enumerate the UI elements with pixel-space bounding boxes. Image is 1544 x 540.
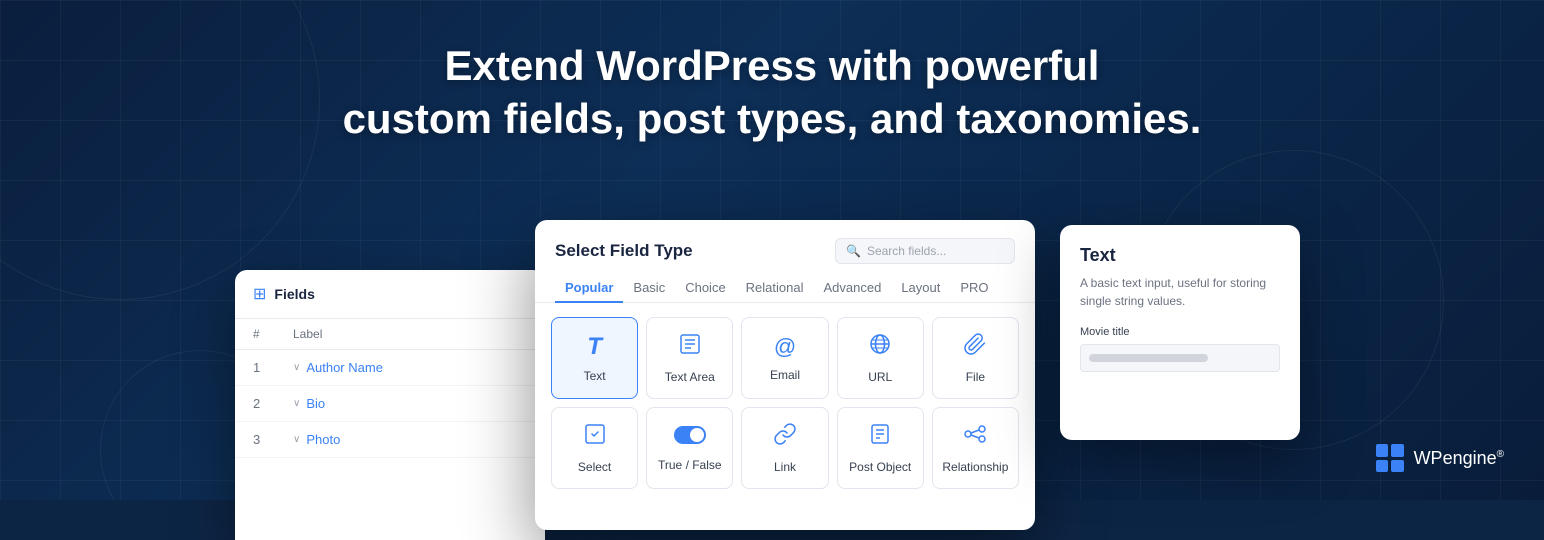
field-type-email[interactable]: @ Email — [741, 317, 828, 399]
select-field-modal: Select Field Type 🔍 Search fields... Pop… — [535, 220, 1035, 530]
search-box[interactable]: 🔍 Search fields... — [835, 238, 1015, 264]
row-content: ∨ Bio — [293, 396, 527, 411]
file-field-icon — [963, 332, 987, 362]
tab-popular[interactable]: Popular — [555, 274, 623, 303]
row-num: 2 — [253, 396, 293, 411]
wp-logo-cell-2 — [1391, 444, 1404, 457]
field-type-link-label: Link — [774, 460, 796, 474]
table-row: 1 ∨ Author Name — [235, 350, 545, 386]
link-field-icon — [773, 422, 797, 452]
field-type-relationship[interactable]: Relationship — [932, 407, 1019, 489]
field-type-text-label: Text — [584, 369, 606, 383]
field-type-textarea[interactable]: Text Area — [646, 317, 733, 399]
field-type-relationship-label: Relationship — [942, 460, 1008, 474]
wp-logo-cell-1 — [1376, 444, 1389, 457]
field-name[interactable]: Bio — [306, 396, 325, 411]
table-row: 3 ∨ Photo — [235, 422, 545, 458]
search-icon: 🔍 — [846, 244, 861, 258]
modal-header: Select Field Type 🔍 Search fields... — [535, 220, 1035, 264]
wp-text: WP — [1414, 448, 1443, 468]
field-type-url-label: URL — [868, 370, 892, 384]
fields-table: # Label 1 ∨ Author Name 2 ∨ Bio 3 ∨ Phot… — [235, 319, 545, 458]
postobject-field-icon — [868, 422, 892, 452]
relationship-field-icon — [963, 422, 987, 452]
field-type-grid: T Text Text Area @ Email — [535, 303, 1035, 503]
hero-section: Extend WordPress with powerful custom fi… — [0, 40, 1544, 145]
field-type-textarea-label: Text Area — [665, 370, 715, 384]
modal-title: Select Field Type — [555, 241, 693, 261]
fields-header: ⊞ Fields — [235, 270, 545, 319]
fields-panel-title: Fields — [274, 286, 314, 302]
engine-text: engine — [1443, 448, 1497, 468]
field-type-email-label: Email — [770, 368, 800, 382]
tab-basic[interactable]: Basic — [623, 274, 675, 303]
field-type-file-label: File — [966, 370, 985, 384]
wp-logo-text: WPengine® — [1414, 448, 1504, 469]
row-num: 1 — [253, 360, 293, 375]
select-field-icon — [583, 422, 607, 452]
field-type-select[interactable]: Select — [551, 407, 638, 489]
truefalse-field-icon — [674, 424, 706, 450]
field-type-select-label: Select — [578, 460, 611, 474]
field-type-truefalse[interactable]: True / False — [646, 407, 733, 489]
col-label: Label — [293, 327, 527, 341]
text-info-panel: Text A basic text input, useful for stor… — [1060, 225, 1300, 440]
field-type-postobject[interactable]: Post Object — [837, 407, 924, 489]
url-field-icon — [868, 332, 892, 362]
wp-logo-cell-4 — [1391, 460, 1404, 473]
chevron-down-icon: ∨ — [293, 434, 300, 445]
email-field-icon: @ — [774, 334, 796, 360]
fields-icon: ⊞ — [253, 284, 266, 304]
chevron-down-icon: ∨ — [293, 362, 300, 373]
tab-pro[interactable]: PRO — [950, 274, 998, 303]
text-panel-input-fill — [1089, 354, 1208, 362]
tab-advanced[interactable]: Advanced — [814, 274, 892, 303]
col-hash: # — [253, 327, 293, 341]
tab-relational[interactable]: Relational — [736, 274, 814, 303]
field-type-postobject-label: Post Object — [849, 460, 911, 474]
table-row: 2 ∨ Bio — [235, 386, 545, 422]
modal-tabs: Popular Basic Choice Relational Advanced… — [535, 264, 1035, 303]
fields-table-header: # Label — [235, 319, 545, 350]
text-panel-field-label: Movie title — [1080, 326, 1280, 338]
chevron-down-icon: ∨ — [293, 398, 300, 409]
wp-engine-logo: WPengine® — [1376, 444, 1504, 472]
wp-logo-grid — [1376, 444, 1404, 472]
trademark-symbol: ® — [1497, 449, 1504, 460]
row-content: ∨ Author Name — [293, 360, 527, 375]
text-field-icon: T — [587, 333, 602, 361]
row-content: ∨ Photo — [293, 432, 527, 447]
wp-logo-cell-3 — [1376, 460, 1389, 473]
hero-line1: Extend WordPress with powerful — [0, 40, 1544, 93]
row-num: 3 — [253, 432, 293, 447]
field-type-url[interactable]: URL — [837, 317, 924, 399]
field-name[interactable]: Author Name — [306, 360, 383, 375]
field-type-file[interactable]: File — [932, 317, 1019, 399]
text-panel-input-mock — [1080, 344, 1280, 372]
field-name[interactable]: Photo — [306, 432, 340, 447]
field-type-link[interactable]: Link — [741, 407, 828, 489]
hero-title: Extend WordPress with powerful custom fi… — [0, 40, 1544, 145]
hero-line2: custom fields, post types, and taxonomie… — [0, 93, 1544, 146]
textarea-field-icon — [678, 332, 702, 362]
tab-choice[interactable]: Choice — [675, 274, 735, 303]
text-panel-title: Text — [1080, 245, 1280, 266]
tab-layout[interactable]: Layout — [891, 274, 950, 303]
text-panel-description: A basic text input, useful for storing s… — [1080, 274, 1280, 310]
field-type-truefalse-label: True / False — [658, 458, 722, 472]
search-placeholder: Search fields... — [867, 244, 946, 258]
field-type-text[interactable]: T Text — [551, 317, 638, 399]
